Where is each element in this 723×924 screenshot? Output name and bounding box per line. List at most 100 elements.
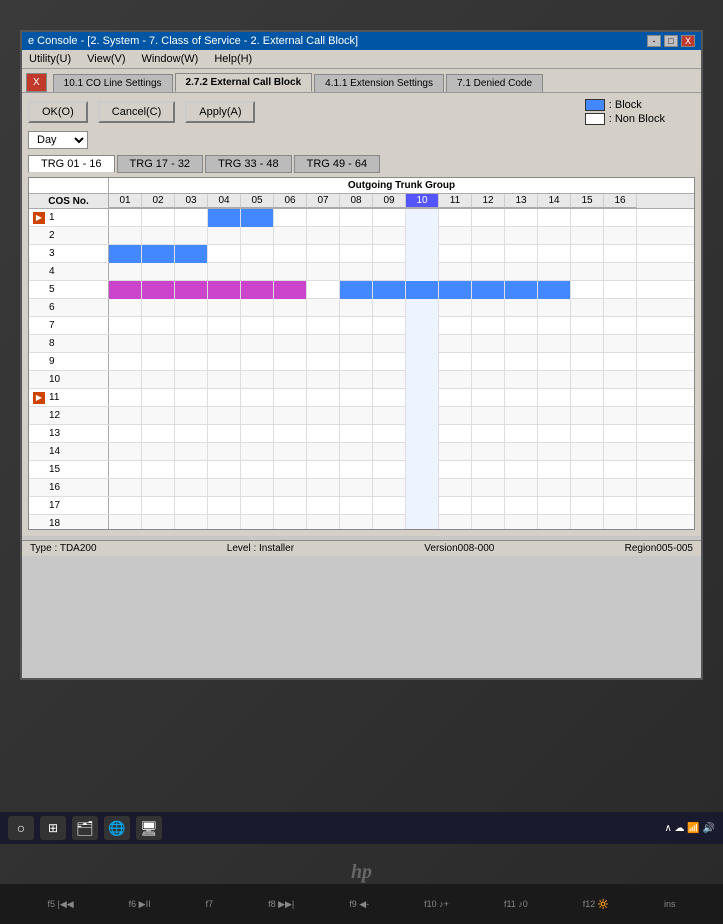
grid-cell[interactable]	[373, 389, 406, 407]
grid-cell[interactable]	[142, 407, 175, 425]
grid-cell[interactable]	[571, 209, 604, 227]
grid-cell[interactable]	[604, 227, 637, 245]
grid-cell[interactable]	[241, 281, 274, 299]
grid-cell[interactable]	[208, 263, 241, 281]
grid-cell[interactable]	[109, 353, 142, 371]
tab-extension-settings[interactable]: 4.1.1 Extension Settings	[314, 74, 444, 92]
grid-cell[interactable]	[208, 317, 241, 335]
trg-tab-01-16[interactable]: TRG 01 - 16	[28, 155, 115, 173]
grid-cell[interactable]	[340, 317, 373, 335]
grid-cell[interactable]	[175, 353, 208, 371]
grid-cell[interactable]	[307, 353, 340, 371]
grid-cell[interactable]	[439, 425, 472, 443]
grid-cell[interactable]	[571, 299, 604, 317]
grid-cell[interactable]	[241, 371, 274, 389]
grid-cell[interactable]	[472, 479, 505, 497]
menu-view[interactable]: View(V)	[84, 52, 128, 66]
tab-denied-code[interactable]: 7.1 Denied Code	[446, 74, 543, 92]
grid-cell[interactable]	[406, 461, 439, 479]
grid-cell[interactable]	[340, 227, 373, 245]
grid-cell[interactable]	[241, 209, 274, 227]
grid-cell[interactable]	[307, 317, 340, 335]
grid-cell[interactable]	[439, 317, 472, 335]
grid-cell[interactable]	[439, 263, 472, 281]
grid-cell[interactable]	[340, 479, 373, 497]
grid-cell[interactable]	[208, 497, 241, 515]
cancel-button[interactable]: Cancel(C)	[98, 101, 176, 123]
grid-cell[interactable]	[439, 389, 472, 407]
grid-cell[interactable]	[340, 425, 373, 443]
grid-cell[interactable]	[175, 497, 208, 515]
grid-cell[interactable]	[373, 263, 406, 281]
grid-cell[interactable]	[439, 515, 472, 529]
grid-cell[interactable]	[604, 497, 637, 515]
grid-cell[interactable]	[373, 281, 406, 299]
grid-cell[interactable]	[340, 245, 373, 263]
grid-cell[interactable]	[340, 515, 373, 529]
grid-cell[interactable]	[274, 281, 307, 299]
grid-cell[interactable]	[604, 425, 637, 443]
grid-cell[interactable]	[505, 479, 538, 497]
trg-tab-17-32[interactable]: TRG 17 - 32	[117, 155, 204, 173]
grid-cell[interactable]	[538, 479, 571, 497]
grid-cell[interactable]	[274, 515, 307, 529]
grid-cell[interactable]	[241, 263, 274, 281]
grid-cell[interactable]	[604, 353, 637, 371]
grid-cell[interactable]	[175, 335, 208, 353]
grid-cell[interactable]	[538, 299, 571, 317]
grid-cell[interactable]	[274, 263, 307, 281]
grid-cell[interactable]	[538, 335, 571, 353]
grid-cell[interactable]	[274, 407, 307, 425]
grid-cell[interactable]	[439, 407, 472, 425]
grid-cell[interactable]	[109, 335, 142, 353]
grid-cell[interactable]	[142, 425, 175, 443]
grid-cell[interactable]	[505, 353, 538, 371]
grid-cell[interactable]	[538, 317, 571, 335]
grid-cell[interactable]	[406, 299, 439, 317]
grid-cell[interactable]	[109, 443, 142, 461]
grid-cell[interactable]	[538, 263, 571, 281]
grid-cell[interactable]	[142, 497, 175, 515]
grid-cell[interactable]	[472, 425, 505, 443]
grid-cell[interactable]	[241, 443, 274, 461]
grid-cell[interactable]	[538, 209, 571, 227]
grid-cell[interactable]	[307, 281, 340, 299]
grid-cell[interactable]	[307, 461, 340, 479]
grid-cell[interactable]	[439, 335, 472, 353]
grid-cell[interactable]	[472, 353, 505, 371]
grid-cell[interactable]	[604, 209, 637, 227]
grid-cell[interactable]	[340, 497, 373, 515]
grid-cell[interactable]	[142, 371, 175, 389]
grid-cell[interactable]	[571, 317, 604, 335]
grid-cell[interactable]	[175, 515, 208, 529]
grid-cell[interactable]	[538, 515, 571, 529]
grid-cell[interactable]	[571, 353, 604, 371]
grid-cell[interactable]	[373, 461, 406, 479]
grid-cell[interactable]	[109, 407, 142, 425]
grid-cell[interactable]	[340, 335, 373, 353]
ok-button[interactable]: OK(O)	[28, 101, 88, 123]
grid-cell[interactable]	[340, 371, 373, 389]
grid-cell[interactable]	[307, 299, 340, 317]
grid-cell[interactable]	[472, 515, 505, 529]
grid-cell[interactable]	[604, 371, 637, 389]
grid-cell[interactable]	[274, 335, 307, 353]
grid-cell[interactable]	[406, 317, 439, 335]
grid-cell[interactable]	[538, 245, 571, 263]
grid-cell[interactable]	[274, 371, 307, 389]
grid-cell[interactable]	[604, 245, 637, 263]
grid-cell[interactable]	[505, 497, 538, 515]
grid-cell[interactable]	[505, 443, 538, 461]
grid-cell[interactable]	[340, 209, 373, 227]
grid-cell[interactable]	[307, 515, 340, 529]
grid-cell[interactable]	[274, 227, 307, 245]
grid-cell[interactable]	[307, 497, 340, 515]
grid-cell[interactable]	[406, 227, 439, 245]
grid-cell[interactable]	[604, 461, 637, 479]
menu-help[interactable]: Help(H)	[211, 52, 255, 66]
grid-cell[interactable]	[604, 263, 637, 281]
grid-cell[interactable]	[406, 443, 439, 461]
grid-cell[interactable]	[505, 389, 538, 407]
grid-cell[interactable]	[406, 281, 439, 299]
grid-cell[interactable]	[175, 263, 208, 281]
